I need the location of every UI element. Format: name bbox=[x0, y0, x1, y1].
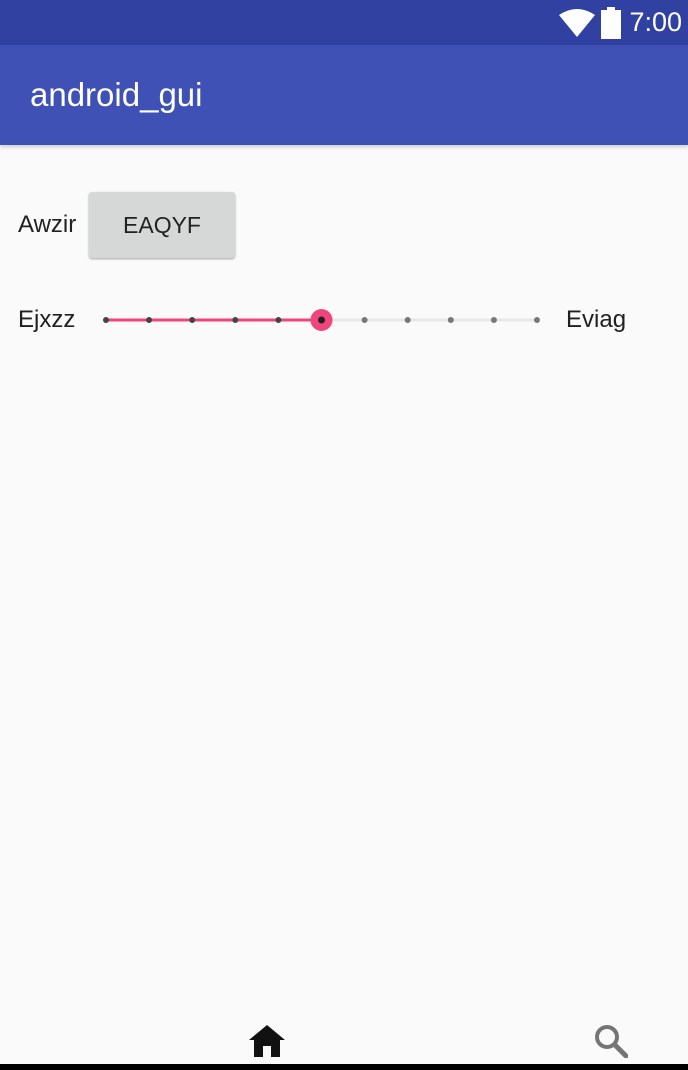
awzir-label: Awzir bbox=[18, 211, 77, 238]
slider-tick bbox=[146, 317, 153, 323]
home-icon bbox=[249, 1024, 285, 1062]
slider-tick bbox=[534, 317, 540, 323]
nav-divider bbox=[0, 1064, 688, 1070]
bottom-navigation bbox=[0, 1000, 688, 1070]
slider-tick bbox=[447, 317, 454, 323]
slider-min-label: Ejxzz bbox=[18, 306, 76, 333]
wifi-icon bbox=[559, 8, 596, 37]
status-icons: 7:00 bbox=[559, 0, 682, 45]
app-title: android_gui bbox=[30, 76, 203, 113]
eaqyf-button[interactable]: EAQYF bbox=[89, 192, 235, 258]
search-icon bbox=[594, 1024, 629, 1063]
home-button[interactable] bbox=[244, 1020, 290, 1066]
discrete-slider[interactable] bbox=[96, 300, 556, 340]
battery-icon bbox=[601, 6, 622, 39]
slider-tick bbox=[275, 317, 282, 323]
slider-tick bbox=[232, 317, 239, 323]
slider-tick bbox=[189, 317, 196, 323]
slider-tick bbox=[103, 317, 109, 323]
slider-thumb-tick bbox=[318, 316, 325, 324]
status-bar: 7:00 bbox=[0, 0, 688, 45]
app-bar: android_gui bbox=[0, 45, 688, 145]
slider-tick bbox=[490, 317, 497, 323]
slider-max-label: Eviag bbox=[566, 306, 627, 333]
slider-tick bbox=[404, 317, 411, 323]
search-button[interactable] bbox=[588, 1020, 634, 1066]
slider-tick bbox=[361, 317, 368, 323]
status-clock: 7:00 bbox=[629, 7, 682, 37]
